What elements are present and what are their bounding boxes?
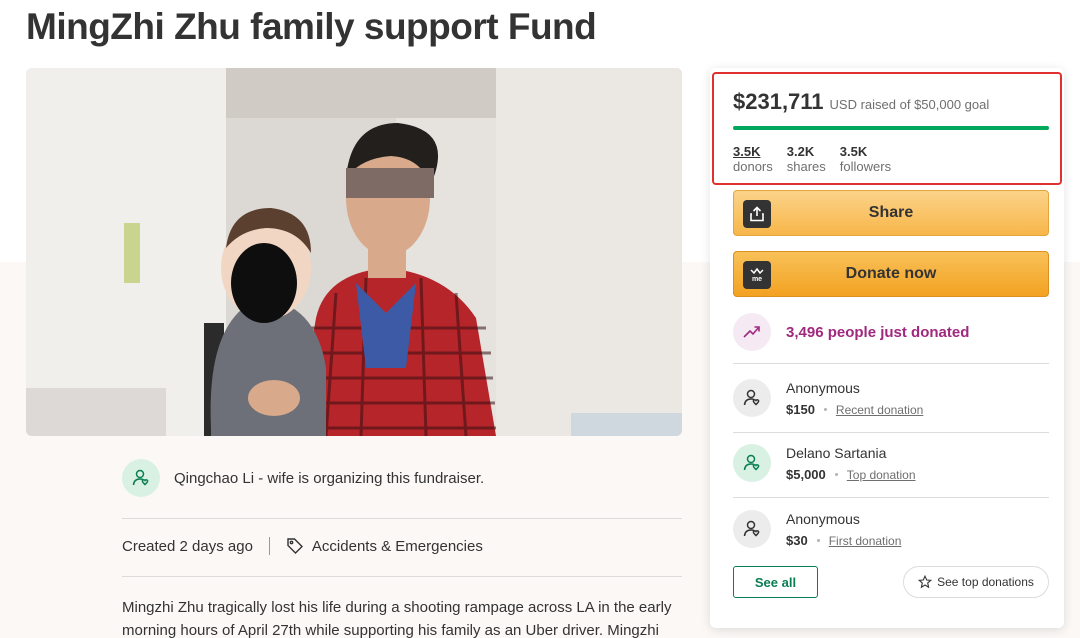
- donation-amount: $30: [786, 533, 808, 548]
- stat-value: 3.2K: [786, 144, 815, 159]
- stat-donors[interactable]: 3.5K donors: [733, 144, 773, 174]
- donation-type-link[interactable]: Recent donation: [836, 403, 923, 417]
- donation-item: Delano Sartania $5,000 Top donation: [733, 444, 916, 482]
- goal-text: USD raised of $50,000 goal: [829, 97, 990, 112]
- share-icon: [743, 200, 771, 228]
- story-text: Mingzhi Zhu tragically lost his life dur…: [122, 599, 672, 638]
- stat-shares: 3.2K shares: [787, 144, 826, 174]
- category-link[interactable]: Accidents & Emergencies: [286, 537, 483, 555]
- organizer-row: Qingchao Li - wife is organizing this fu…: [122, 459, 484, 497]
- dot-separator: [816, 539, 820, 542]
- raised-amount: $231,711: [733, 89, 824, 114]
- donor-avatar: [733, 379, 771, 417]
- donation-item: Anonymous $30 First donation: [733, 510, 901, 548]
- donation-item: Anonymous $150 Recent donation: [733, 379, 923, 417]
- see-top-label: See top donations: [937, 575, 1034, 589]
- divider: [122, 518, 682, 519]
- donor-name: Anonymous: [786, 511, 860, 527]
- progress-bar: [733, 126, 1049, 130]
- stat-followers: 3.5K followers: [840, 144, 891, 174]
- stat-label: donors: [733, 159, 773, 174]
- trending-up-icon: [743, 326, 760, 338]
- donor-avatar: [733, 444, 771, 482]
- see-all-button[interactable]: See all: [733, 566, 818, 598]
- trend-row: 3,496 people just donated: [733, 313, 969, 351]
- share-label: Share: [868, 204, 914, 221]
- dot-separator: [834, 473, 838, 476]
- star-icon: [918, 575, 933, 589]
- stat-label: followers: [839, 159, 892, 174]
- donor-avatar: [733, 510, 771, 548]
- share-button[interactable]: Share: [733, 190, 1049, 236]
- created-text: Created 2 days ago: [122, 537, 253, 555]
- campaign-meta: Created 2 days ago Accidents & Emergenci…: [122, 535, 483, 557]
- donate-button[interactable]: me Donate now: [733, 251, 1049, 297]
- see-top-donations-button[interactable]: See top donations: [903, 566, 1049, 598]
- gofundme-icon: me: [743, 261, 771, 289]
- stats-row: 3.5K donors 3.2K shares 3.5K followers: [733, 144, 905, 174]
- donation-amount: $150: [786, 402, 815, 417]
- organizer-text: Qingchao Li - wife is organizing this fu…: [174, 469, 485, 487]
- meta-separator: [268, 537, 270, 555]
- stat-label: shares: [786, 159, 826, 174]
- user-heart-icon: [743, 520, 760, 537]
- svg-text:me: me: [752, 276, 762, 283]
- stat-value: 3.5K: [839, 144, 868, 159]
- stat-value: 3.5K: [733, 144, 761, 159]
- progress-fill: [733, 126, 1049, 130]
- campaign-photo: [26, 68, 682, 436]
- donation-amount: $5,000: [786, 467, 826, 482]
- user-heart-icon: [743, 389, 760, 406]
- organizer-avatar: [122, 459, 160, 497]
- user-heart-icon: [132, 469, 149, 486]
- amount-raised: $231,711 USD raised of $50,000 goal: [733, 89, 989, 115]
- tag-icon: [287, 538, 303, 554]
- trending-icon-wrap: [733, 313, 771, 351]
- page-title: MingZhi Zhu family support Fund: [26, 6, 597, 47]
- divider: [733, 497, 1049, 498]
- donor-name: Anonymous: [786, 380, 860, 396]
- see-all-label: See all: [754, 574, 797, 590]
- donation-type-link[interactable]: First donation: [829, 534, 902, 548]
- trend-text: 3,496 people just donated: [786, 323, 970, 341]
- divider: [122, 576, 682, 577]
- dot-separator: [823, 408, 827, 411]
- category-label: Accidents & Emergencies: [311, 537, 483, 555]
- divider: [733, 432, 1049, 433]
- donor-name: Delano Sartania: [786, 445, 887, 461]
- divider: [733, 363, 1049, 364]
- user-heart-icon: [743, 454, 760, 471]
- donation-type-link[interactable]: Top donation: [847, 468, 916, 482]
- donate-label: Donate now: [845, 265, 937, 282]
